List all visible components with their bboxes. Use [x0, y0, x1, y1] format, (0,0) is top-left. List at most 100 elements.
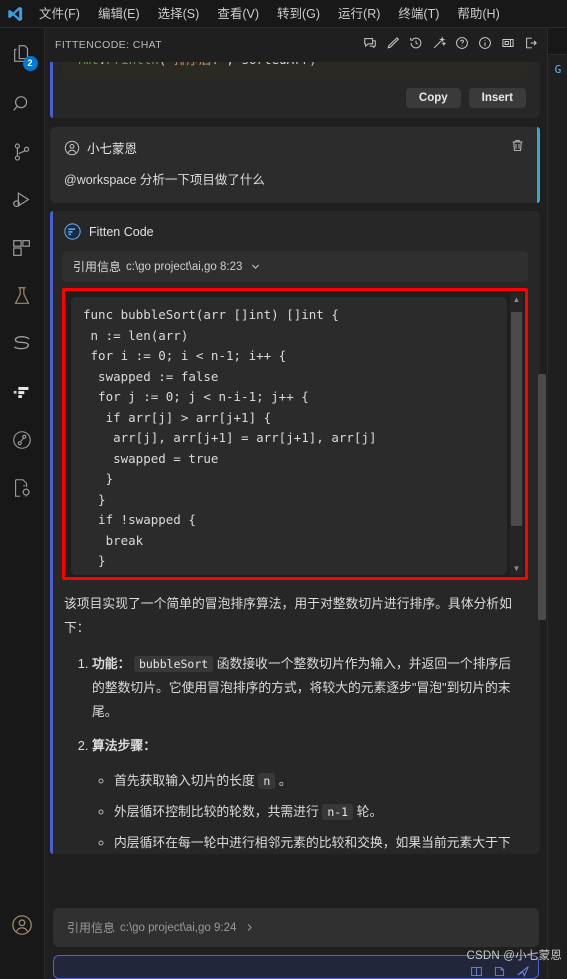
split-view-icon[interactable] [470, 965, 483, 979]
code-snippet[interactable]: func bubbleSort(arr []int) []int { n := … [71, 297, 507, 575]
info-icon [478, 36, 492, 55]
assistant-message-header: Fitten Code [50, 211, 540, 240]
delete-message-button[interactable] [508, 139, 526, 157]
reference-path: c:\go project\ai,go 8:23 [126, 260, 243, 273]
answer-intro: 该项目实现了一个简单的冒泡排序算法，用于对整数切片进行排序。具体分析如下： [64, 596, 512, 635]
reference-label: 引用信息 [73, 260, 122, 274]
code-scroll-track[interactable] [510, 306, 523, 562]
highlighted-code-block: func bubbleSort(arr []int) []int { n := … [62, 288, 528, 580]
chevron-down-icon[interactable] [250, 261, 261, 272]
menu-help[interactable]: 帮助(H) [448, 3, 508, 25]
scroll-up-arrow-icon[interactable]: ▲ [513, 293, 521, 306]
source-control-icon [11, 141, 33, 163]
edit-pencil-icon [386, 36, 400, 55]
assistant-name: Fitten Code [89, 224, 154, 239]
substep-2-code: n-1 [322, 804, 354, 820]
assistant-answer-body: 该项目实现了一个简单的冒泡排序算法，用于对整数切片进行排序。具体分析如下： 功能… [50, 580, 540, 854]
user-message-header: 小七蒙恩 [50, 127, 540, 157]
step-1-title: 功能： [92, 656, 131, 671]
chat-scroll-thumb[interactable] [538, 374, 546, 620]
substep-1-after: 。 [275, 773, 292, 788]
new-chat-button[interactable] [360, 35, 380, 55]
answer-substeps-list: 首先获取输入切片的长度 n 。 外层循环控制比较的轮数，共需进行 n-1 轮。 … [92, 770, 518, 854]
activity-item-source-control[interactable] [0, 128, 45, 176]
title-bar: 文件(F) 编辑(E) 选择(S) 查看(V) 转到(G) 运行(R) 终端(T… [0, 0, 567, 28]
editor-tab-strip[interactable] [548, 28, 567, 55]
history-icon [409, 36, 423, 55]
chevron-right-icon[interactable] [244, 922, 255, 933]
menu-edit[interactable]: 编辑(E) [89, 3, 149, 25]
chat-scroll-area[interactable]: } fmt.Println("排序后:", sortedArr) Copy In… [45, 62, 547, 902]
activity-item-extensions[interactable] [0, 224, 45, 272]
info-button[interactable] [475, 35, 495, 55]
assistant-accent-bar-2 [50, 211, 53, 854]
editor-sliver: G [547, 28, 567, 979]
cpp-settings-icon [11, 477, 33, 499]
close-panel-button[interactable] [498, 35, 518, 55]
activity-item-graph[interactable] [0, 416, 45, 464]
magic-wand-icon [432, 35, 447, 55]
user-message-text: @workspace 分析一下项目做了什么 [64, 173, 265, 187]
answer-step-2: 算法步骤： 首先获取输入切片的长度 n 。 外层循环控制比较的轮数，共需进行 n… [92, 734, 518, 854]
edit-button[interactable] [383, 35, 403, 55]
graph-circle-icon [11, 429, 33, 451]
code-block-scrollbar[interactable]: ▲ ▼ [510, 293, 523, 575]
activity-item-snake[interactable] [0, 320, 45, 368]
editor-code-sliver: G [548, 63, 562, 76]
activity-item-search[interactable] [0, 80, 45, 128]
explorer-badge: 2 [22, 56, 38, 71]
scroll-down-arrow-icon[interactable]: ▼ [513, 562, 521, 575]
step-1-code-token: bubbleSort [133, 656, 214, 672]
menu-run[interactable]: 运行(R) [329, 3, 389, 25]
menu-go[interactable]: 转到(G) [268, 3, 329, 25]
user-name: 小七蒙恩 [87, 142, 138, 156]
menu-view[interactable]: 查看(V) [208, 3, 268, 25]
send-icon[interactable] [516, 964, 530, 978]
composer-tool-icons [470, 964, 530, 979]
composer-reference-label: 引用信息 [67, 921, 116, 935]
panel-header: FITTENCODE: CHAT [45, 28, 547, 62]
code-scroll-thumb[interactable] [511, 312, 522, 526]
menu-terminal[interactable]: 终端(T) [389, 3, 448, 25]
panel-title: FITTENCODE: CHAT [55, 39, 163, 51]
previous-message-code-card: } fmt.Println("排序后:", sortedArr) Copy In… [50, 62, 540, 118]
substep-1-before: 首先获取输入切片的长度 [114, 773, 259, 788]
reference-info-row[interactable]: 引用信息 c:\go project\ai,go 8:23 [62, 251, 528, 282]
insert-button[interactable]: Insert [468, 88, 526, 108]
substep-2-before: 外层循环控制比较的轮数，共需进行 [114, 804, 323, 819]
copy-button[interactable]: Copy [405, 88, 461, 108]
activity-item-explorer[interactable]: 2 [0, 28, 45, 80]
run-and-debug-icon [11, 189, 33, 211]
open-in-editor-button[interactable] [521, 35, 541, 55]
chat-messages: } fmt.Println("排序后:", sortedArr) Copy In… [45, 62, 547, 864]
menu-file[interactable]: 文件(F) [30, 3, 89, 25]
composer-reference-row[interactable]: 引用信息 c:\go project\ai,go 9:24 [53, 908, 539, 947]
menu-selection[interactable]: 选择(S) [149, 3, 209, 25]
testing-flask-icon [11, 285, 33, 307]
activity-item-cpp-settings[interactable] [0, 464, 45, 512]
watermark-text: CSDN @小七蒙恩 [466, 950, 562, 962]
snake-s-icon [10, 332, 34, 356]
history-button[interactable] [406, 35, 426, 55]
help-button[interactable] [452, 35, 472, 55]
user-message: 小七蒙恩 @workspace 分析一下项目做了什么 [50, 127, 540, 203]
close-panel-icon [501, 36, 515, 55]
trash-icon [510, 138, 525, 158]
substep-1: 首先获取输入切片的长度 n 。 [114, 770, 518, 792]
activity-item-account[interactable] [0, 901, 45, 949]
activity-bar: 2 [0, 28, 45, 979]
panel-header-actions [360, 35, 541, 55]
open-in-editor-icon [524, 36, 538, 55]
activity-item-fitten-code[interactable] [0, 368, 45, 416]
previous-code-snippet: } fmt.Println("排序后:", sortedArr) [62, 62, 528, 80]
activity-item-testing[interactable] [0, 272, 45, 320]
vscode-logo-icon [0, 5, 30, 23]
substep-2: 外层循环控制比较的轮数，共需进行 n-1 轮。 [114, 801, 518, 823]
fitten-chat-panel: FITTENCODE: CHAT Copy Insert 小七蒙恩 @works… [45, 28, 547, 979]
attach-file-icon[interactable] [493, 965, 506, 979]
answer-step-1: 功能： bubbleSort 函数接收一个整数切片作为输入，并返回一个排序后的整… [92, 652, 518, 724]
magic-actions-button[interactable] [429, 35, 449, 55]
chat-scrollbar[interactable] [537, 62, 547, 902]
substep-1-code: n [258, 773, 276, 789]
activity-item-run-debug[interactable] [0, 176, 45, 224]
